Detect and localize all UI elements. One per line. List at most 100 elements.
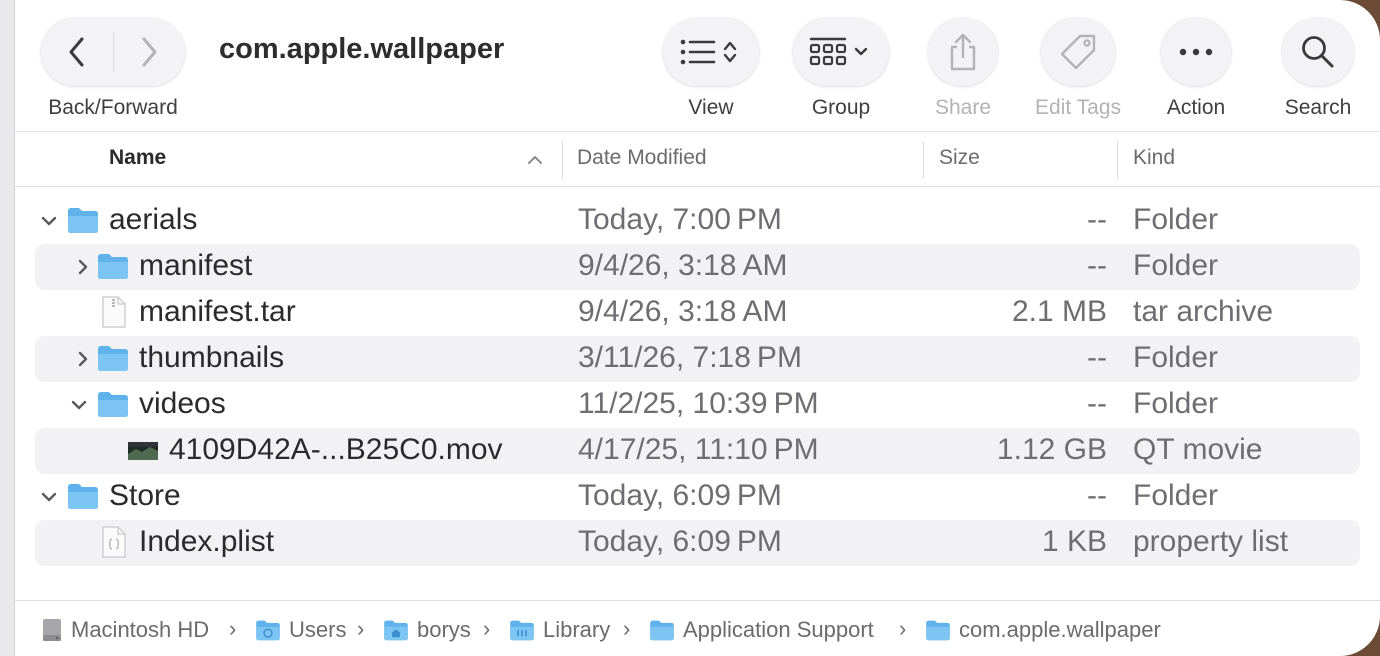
share-button[interactable] xyxy=(928,18,998,86)
file-size: 1 KB xyxy=(1041,525,1107,558)
desktop-background xyxy=(0,0,14,656)
file-name: aerials xyxy=(109,203,198,236)
breadcrumb-label: Library xyxy=(543,617,611,642)
file-kind: Folder xyxy=(1133,387,1219,420)
share-label: Share xyxy=(934,96,992,119)
column-size[interactable]: Size xyxy=(939,146,980,170)
date-modified: Today, 7:00 PM xyxy=(578,203,782,236)
group-label: Group xyxy=(811,96,871,119)
breadcrumb-users[interactable]: Users xyxy=(255,617,346,643)
list-item[interactable]: Store Today, 6:09 PM -- Folder xyxy=(35,474,1360,520)
chevron-right-icon: › xyxy=(623,616,631,641)
date-modified: 9/4/26, 3:18 AM xyxy=(578,249,788,282)
breadcrumb-label: com.apple.wallpaper xyxy=(959,617,1161,642)
home-folder-icon xyxy=(384,620,408,641)
folder-icon xyxy=(68,484,98,509)
column-date-modified[interactable]: Date Modified xyxy=(577,146,707,170)
archive-file-icon xyxy=(102,296,126,328)
action-button[interactable] xyxy=(1161,18,1231,86)
folder-icon xyxy=(98,346,128,371)
chevron-right-icon xyxy=(142,37,157,67)
toolbar: Back/Forward com.apple.wallpaper View Gr… xyxy=(15,0,1380,130)
file-size: 1.12 GB xyxy=(996,433,1107,466)
list-item[interactable]: aerials Today, 7:00 PM -- Folder xyxy=(35,198,1360,244)
file-kind: tar archive xyxy=(1133,295,1274,328)
folder-icon xyxy=(98,392,128,417)
chevron-left-icon xyxy=(69,37,84,67)
breadcrumb-label: borys xyxy=(417,617,471,642)
date-modified: Today, 6:09 PM xyxy=(578,479,782,512)
list-item[interactable]: videos 11/2/25, 10:39 PM -- Folder xyxy=(35,382,1360,428)
breadcrumb-label: Application Support xyxy=(683,617,874,642)
chevron-down-icon[interactable] xyxy=(39,210,59,232)
file-kind: Folder xyxy=(1133,341,1219,374)
column-kind[interactable]: Kind xyxy=(1133,146,1175,170)
path-bar: Macintosh HD › Users › borys › Library ›… xyxy=(15,600,1380,656)
file-kind: property list xyxy=(1133,525,1289,558)
folder-icon xyxy=(68,208,98,233)
forward-button[interactable] xyxy=(114,18,186,86)
breadcrumb-borys[interactable]: borys xyxy=(383,617,471,643)
chevron-right-icon: › xyxy=(899,616,907,641)
column-divider[interactable] xyxy=(562,142,563,178)
list-item[interactable]: Index.plist Today, 6:09 PM 1 KB property… xyxy=(35,520,1360,566)
action-label: Action xyxy=(1166,96,1226,119)
list-item[interactable]: manifest.tar 9/4/26, 3:18 AM 2.1 MB tar … xyxy=(35,290,1360,336)
folder-icon xyxy=(98,254,128,279)
back-button[interactable] xyxy=(41,18,113,86)
column-name[interactable]: Name xyxy=(109,146,166,170)
date-modified: 9/4/26, 3:18 AM xyxy=(578,295,788,328)
file-size: -- xyxy=(1087,203,1107,236)
file-kind: Folder xyxy=(1133,203,1219,236)
file-name: manifest.tar xyxy=(139,295,296,328)
chevron-down-icon[interactable] xyxy=(69,394,89,416)
finder-window: Back/Forward com.apple.wallpaper View Gr… xyxy=(14,0,1380,656)
date-modified: 4/17/25, 11:10 PM xyxy=(578,433,819,466)
file-kind: QT movie xyxy=(1133,433,1263,466)
breadcrumb-com-apple-wallpaper[interactable]: com.apple.wallpaper xyxy=(925,617,1161,643)
edit-tags-label: Edit Tags xyxy=(1035,96,1121,119)
library-folder-icon xyxy=(510,620,534,641)
edit-tags-button[interactable] xyxy=(1041,18,1115,86)
chevron-right-icon[interactable] xyxy=(73,348,93,370)
folder-icon xyxy=(256,620,280,641)
plist-file-icon xyxy=(102,526,126,558)
view-button[interactable] xyxy=(663,18,759,86)
file-name: 4109D42A-...B25C0.mov xyxy=(169,433,503,466)
date-modified: Today, 6:09 PM xyxy=(578,525,782,558)
chevron-down-icon[interactable] xyxy=(39,486,59,508)
more-icon xyxy=(1179,48,1213,56)
search-button[interactable] xyxy=(1282,18,1354,86)
date-modified: 11/2/25, 10:39 PM xyxy=(578,387,819,420)
file-size: -- xyxy=(1087,387,1107,420)
list-item[interactable]: 4109D42A-...B25C0.mov 4/17/25, 11:10 PM … xyxy=(35,428,1360,474)
breadcrumb-macintosh-hd[interactable]: Macintosh HD xyxy=(41,617,209,643)
movie-thumbnail-icon xyxy=(128,442,158,460)
chevron-right-icon: › xyxy=(357,616,365,641)
file-name: Index.plist xyxy=(139,525,275,558)
list-item[interactable]: manifest 9/4/26, 3:18 AM -- Folder xyxy=(35,244,1360,290)
breadcrumb-label: Users xyxy=(289,617,347,642)
back-forward-control xyxy=(41,18,185,86)
column-divider[interactable] xyxy=(923,142,924,178)
date-modified: 3/11/26, 7:18 PM xyxy=(578,341,802,374)
chevron-right-icon: › xyxy=(483,616,491,641)
file-kind: Folder xyxy=(1133,479,1219,512)
list-item[interactable]: thumbnails 3/11/26, 7:18 PM -- Folder xyxy=(35,336,1360,382)
sort-ascending-icon[interactable] xyxy=(527,155,543,165)
search-label: Search xyxy=(1284,96,1352,119)
list-view-icon xyxy=(680,39,737,65)
view-label: View xyxy=(688,96,734,119)
group-button[interactable] xyxy=(793,18,889,86)
file-size: -- xyxy=(1087,479,1107,512)
breadcrumb-library[interactable]: Library xyxy=(509,617,610,643)
file-name: thumbnails xyxy=(139,341,285,374)
search-icon xyxy=(1302,36,1334,68)
column-divider[interactable] xyxy=(1117,142,1118,178)
back-forward-label: Back/Forward xyxy=(48,96,178,119)
group-icon xyxy=(809,37,868,66)
chevron-right-icon: › xyxy=(229,616,237,641)
chevron-right-icon[interactable] xyxy=(73,256,93,278)
breadcrumb-application-support[interactable]: Application Support xyxy=(649,617,874,643)
folder-icon xyxy=(926,620,950,641)
